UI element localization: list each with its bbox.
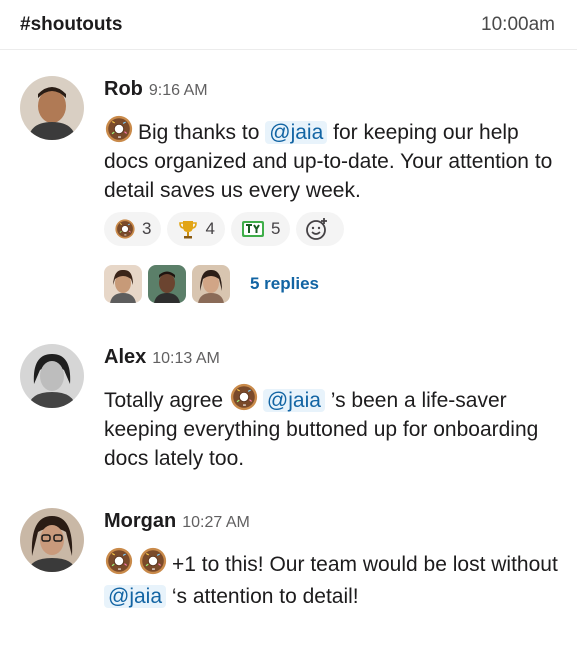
author-name[interactable]: Morgan — [104, 510, 176, 532]
reaction-trophy[interactable]: 4 — [167, 212, 225, 246]
message-time[interactable]: 10:13 AM — [152, 350, 220, 367]
reply-avatar — [104, 265, 142, 303]
message-body: +1 to this! Our team would be lost witho… — [104, 546, 559, 613]
header-clock: 10:00am — [481, 14, 555, 35]
reaction-count: 3 — [142, 219, 152, 238]
channel-name[interactable]: #shoutouts — [20, 14, 122, 36]
reactions-bar: 3 4 5 — [104, 212, 350, 246]
message-author[interactable]: Alex 10:13 AM — [104, 346, 220, 369]
avatar[interactable] — [20, 344, 84, 408]
reply-avatar — [148, 265, 186, 303]
message-time[interactable]: 9:16 AM — [149, 82, 208, 99]
message-text: Totally agree — [104, 389, 224, 412]
donut-icon — [138, 546, 168, 576]
donut-icon — [104, 546, 134, 576]
mention-jaia[interactable]: @jaia — [104, 585, 167, 608]
reaction-count: 5 — [270, 219, 281, 238]
add-reaction-button[interactable] — [296, 212, 345, 246]
avatar[interactable] — [20, 508, 84, 572]
author-name[interactable]: Rob — [104, 78, 143, 100]
donut-icon — [114, 218, 136, 240]
ty-icon — [241, 221, 264, 237]
message-text: Big thanks to — [138, 121, 260, 144]
message-time[interactable]: 10:27 AM — [182, 514, 250, 531]
mention-jaia[interactable]: @jaia — [262, 389, 325, 412]
replies-link[interactable]: 5 replies — [250, 274, 319, 294]
donut-icon — [104, 114, 134, 144]
reaction-ty[interactable]: 5 — [230, 212, 291, 246]
author-name[interactable]: Alex — [104, 346, 146, 368]
donut-icon — [229, 382, 259, 412]
reaction-count: 4 — [205, 219, 215, 238]
message-text: +1 to this! Our team would be lost witho… — [172, 553, 558, 576]
thread-replies[interactable]: 5 replies — [104, 265, 319, 305]
channel-header: #shoutouts 10:00am — [0, 0, 577, 50]
message-body: Big thanks to @jaia for keeping our help… — [104, 114, 559, 205]
message-text: ‘s attention to detail! — [171, 585, 359, 608]
reply-avatar — [192, 265, 230, 303]
message-author[interactable]: Morgan 10:27 AM — [104, 510, 250, 533]
add-reaction-icon — [306, 218, 328, 240]
message-body: Totally agree @jaia ’s been a life-saver… — [104, 382, 559, 473]
avatar[interactable] — [20, 76, 84, 140]
mention-jaia[interactable]: @jaia — [265, 121, 328, 144]
message-author[interactable]: Rob 9:16 AM — [104, 78, 208, 101]
reaction-donut[interactable]: 3 — [104, 212, 162, 246]
trophy-icon — [179, 221, 198, 239]
